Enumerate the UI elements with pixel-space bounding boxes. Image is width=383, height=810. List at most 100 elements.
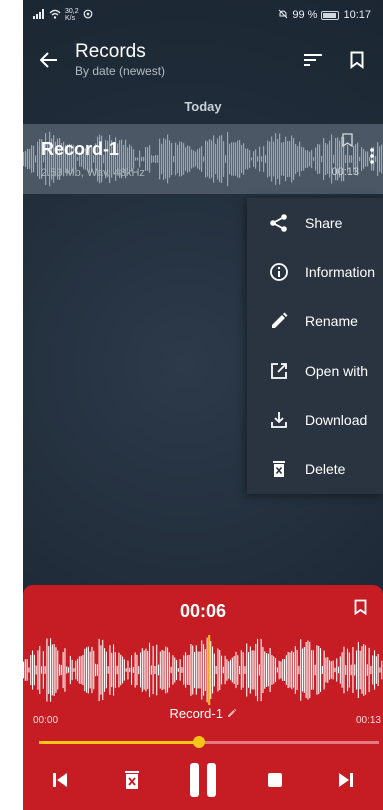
back-button[interactable] <box>23 36 75 84</box>
waveform-bar <box>249 646 251 694</box>
status-left: 30,2 K/s <box>33 8 93 22</box>
bookmark-icon <box>354 599 367 616</box>
waveform-bar <box>345 154 347 164</box>
waveform-bar <box>31 145 33 173</box>
waveform-bar <box>275 133 277 185</box>
waveform-bar <box>183 655 185 685</box>
waveform-bar <box>66 666 68 674</box>
waveform-bar <box>185 147 187 171</box>
player-waveform[interactable] <box>23 635 383 705</box>
waveform-bar <box>59 664 61 676</box>
waveform-bar <box>44 666 46 674</box>
player-record-name[interactable]: Record-1 <box>23 706 383 721</box>
waveform-bar <box>91 646 93 694</box>
delete-button[interactable] <box>109 757 155 803</box>
waveform-bar <box>350 664 352 676</box>
page-subtitle: By date (newest) <box>75 64 166 78</box>
stop-button[interactable] <box>252 757 298 803</box>
record-more-button[interactable] <box>363 141 381 171</box>
waveform-bar <box>143 156 145 162</box>
waveform-bar <box>231 142 233 176</box>
waveform-bar <box>323 650 325 690</box>
bookmark-icon <box>350 51 364 69</box>
waveform-bar <box>227 132 229 186</box>
waveform-bar <box>41 666 43 674</box>
menu-item-information[interactable]: Information <box>247 247 383 296</box>
player-panel: 00:06 00:00 Record-1 00:13 <box>23 585 383 810</box>
waveform-bar <box>249 150 251 168</box>
pause-button[interactable] <box>180 757 226 803</box>
player-bookmark-button[interactable] <box>354 599 367 620</box>
waveform-bar <box>261 156 263 162</box>
waveform-bar <box>368 647 370 693</box>
waveform-bar <box>201 146 203 172</box>
context-menu: Share Information Rename Open with Downl… <box>247 198 383 494</box>
signal-icon <box>33 8 45 22</box>
waveform-bar <box>53 644 55 696</box>
waveform-bar <box>173 155 175 163</box>
waveform-bar <box>229 143 231 175</box>
waveform-bar <box>35 665 37 675</box>
status-right: 99 % 10:17 <box>278 9 371 22</box>
menu-item-open-with[interactable]: Open with <box>247 346 383 395</box>
waveform-bar <box>107 666 109 674</box>
waveform-bar <box>314 664 316 676</box>
waveform-bar <box>276 667 278 673</box>
waveform-bar <box>283 142 285 176</box>
menu-item-delete[interactable]: Delete <box>247 444 383 493</box>
bookmarks-button[interactable] <box>335 36 379 84</box>
waveform-bar <box>303 647 305 693</box>
waveform-bar <box>71 659 73 681</box>
record-row[interactable]: Record-1 2.53 Mb, Wav, 48kHz 00:13 <box>23 124 383 194</box>
waveform-bar <box>365 645 367 695</box>
waveform-bar <box>181 141 183 177</box>
waveform-bar <box>206 637 208 703</box>
player-current-time: 00:06 <box>179 601 227 621</box>
waveform-bar <box>309 641 311 699</box>
menu-item-rename[interactable]: Rename <box>247 297 383 346</box>
waveform-bar <box>158 664 160 676</box>
waveform-bar <box>203 644 205 696</box>
record-meta: 2.53 Mb, Wav, 48kHz <box>41 167 145 179</box>
waveform-bar <box>159 651 161 689</box>
progress-fill <box>39 741 199 744</box>
skip-previous-button[interactable] <box>37 757 83 803</box>
sort-button[interactable] <box>291 36 335 84</box>
waveform-bar <box>341 652 343 688</box>
waveform-bar <box>243 143 245 175</box>
page-title: Records <box>75 41 146 62</box>
pause-icon <box>190 763 216 797</box>
waveform-bar <box>379 667 381 673</box>
waveform-bar <box>313 157 315 161</box>
waveform-bar <box>307 150 309 168</box>
waveform-bar <box>303 147 305 171</box>
waveform-bar <box>141 156 143 162</box>
waveform-bar <box>217 138 219 180</box>
waveform-bar <box>28 667 30 673</box>
waveform-bar <box>89 651 91 689</box>
waveform-bar <box>183 143 185 175</box>
waveform-bar <box>279 133 281 185</box>
progress-slider[interactable] <box>39 736 379 748</box>
waveform-bar <box>281 142 283 176</box>
playhead <box>208 635 211 705</box>
progress-thumb[interactable] <box>192 736 205 748</box>
waveform-bar <box>152 645 154 695</box>
waveform-bar <box>311 149 313 169</box>
skip-next-button[interactable] <box>323 757 369 803</box>
waveform-bar <box>109 645 111 695</box>
waveform-bar <box>253 650 255 690</box>
waveform-bar <box>82 654 84 686</box>
waveform-bar <box>100 645 102 695</box>
menu-item-download[interactable]: Download <box>247 395 383 444</box>
waveform-bar <box>153 156 155 162</box>
waveform-bar <box>356 650 358 690</box>
menu-item-share[interactable]: Share <box>247 198 383 247</box>
waveform-bar <box>84 648 86 692</box>
waveform-bar <box>132 667 134 673</box>
waveform-bar <box>120 654 122 686</box>
waveform-bar <box>37 141 39 177</box>
waveform-bar <box>195 151 197 167</box>
record-bookmark-button[interactable] <box>342 133 353 152</box>
waveform-bar <box>295 143 297 175</box>
